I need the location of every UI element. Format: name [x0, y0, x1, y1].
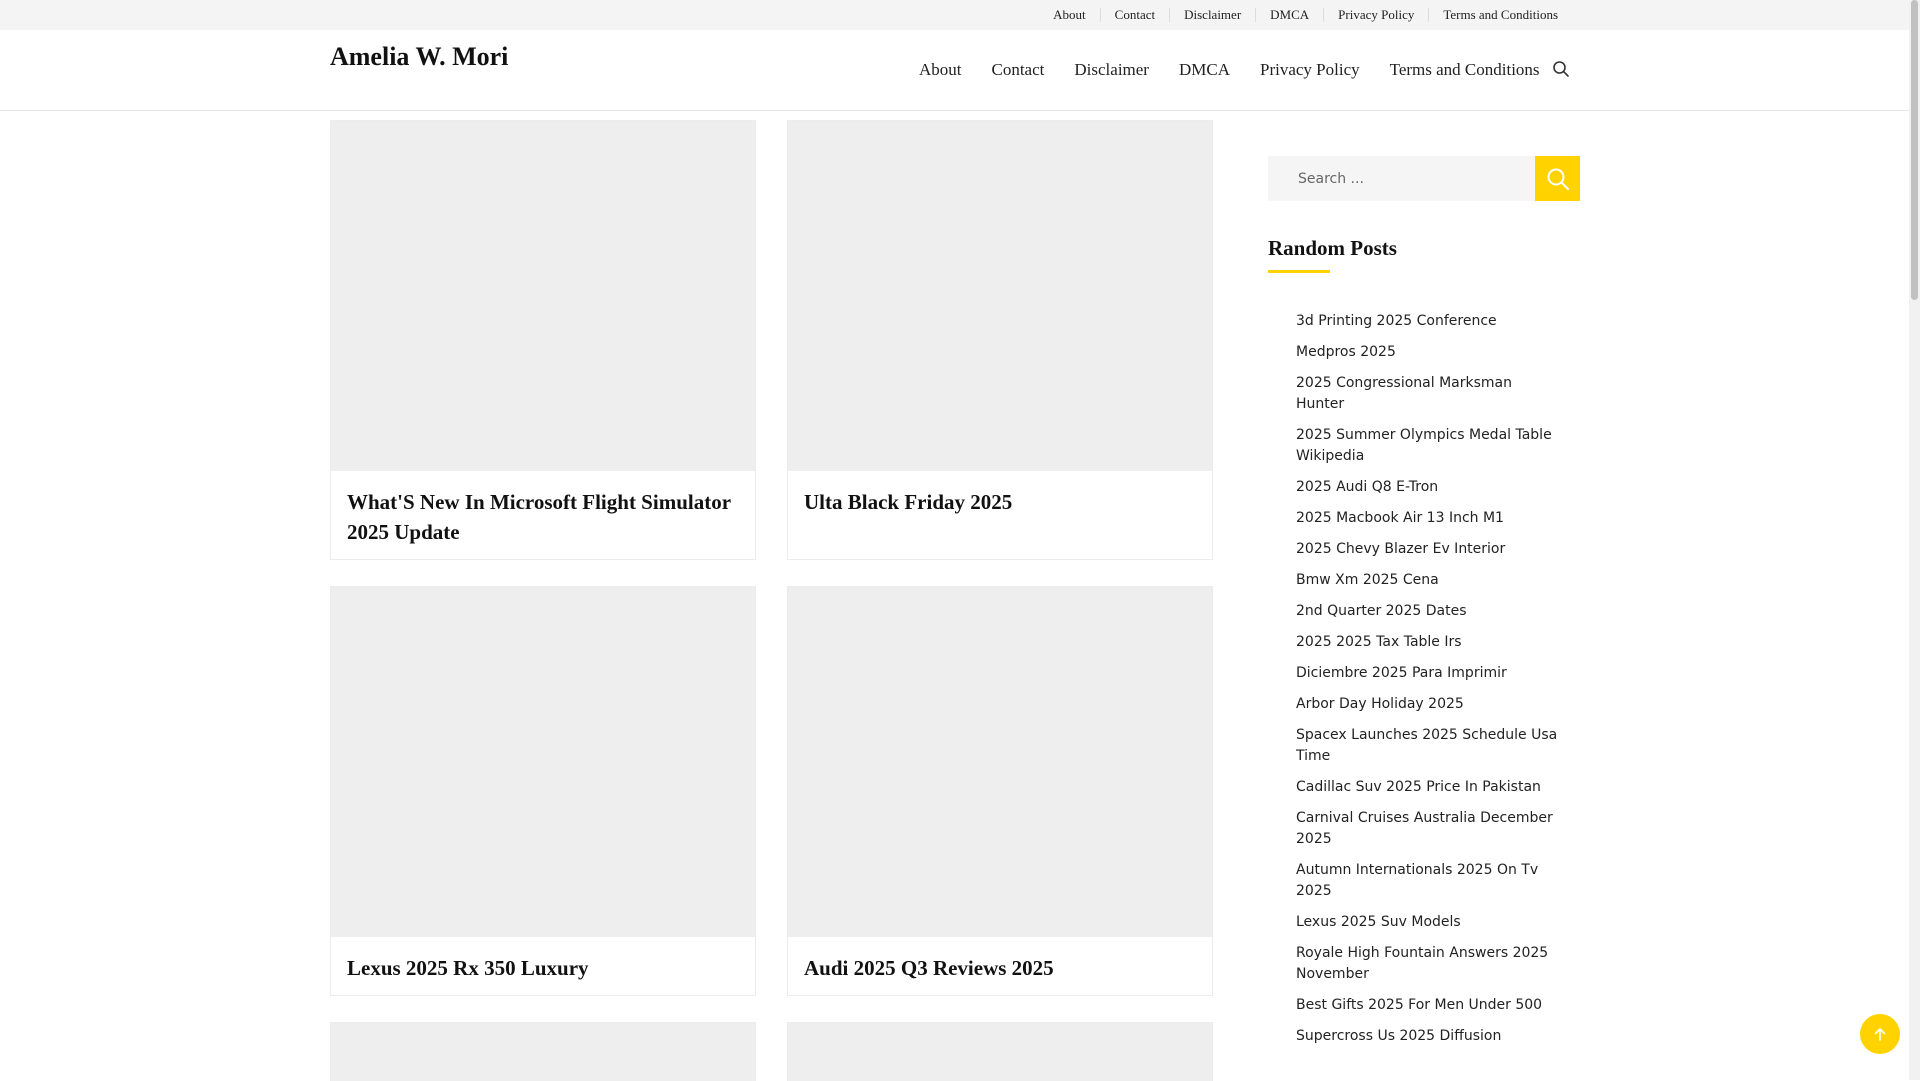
- top-bar: About Contact Disclaimer DMCA Privacy Po…: [0, 0, 1909, 30]
- random-post-link[interactable]: Lexus 2025 Suv Models: [1296, 912, 1564, 933]
- random-post-link[interactable]: Spacex Launches 2025 Schedule Usa Time: [1296, 725, 1564, 767]
- post-card[interactable]: Audi 2025 Q3 Reviews 2025: [787, 586, 1213, 996]
- nav-item-dmca[interactable]: DMCA: [1179, 60, 1230, 80]
- post-card[interactable]: [330, 1022, 756, 1081]
- post-card[interactable]: Lexus 2025 Rx 350 Luxury: [330, 586, 756, 996]
- random-post-link[interactable]: 2025 2025 Tax Table Irs: [1296, 632, 1564, 653]
- post-thumbnail[interactable]: [788, 587, 1212, 937]
- post-card[interactable]: Ulta Black Friday 2025: [787, 120, 1213, 560]
- random-posts-title: Random Posts: [1268, 236, 1397, 260]
- nav-item-contact[interactable]: Contact: [992, 60, 1045, 80]
- nav-item-privacy[interactable]: Privacy Policy: [1260, 60, 1360, 80]
- random-post-link[interactable]: 2nd Quarter 2025 Dates: [1296, 601, 1564, 622]
- post-thumbnail[interactable]: [331, 121, 755, 471]
- site-title[interactable]: Amelia W. Mori: [330, 42, 508, 72]
- random-post-link[interactable]: 2025 Audi Q8 E-Tron: [1296, 477, 1564, 498]
- random-post-link[interactable]: Carnival Cruises Australia December 2025: [1296, 808, 1564, 850]
- topbar-link-disclaimer[interactable]: Disclaimer: [1169, 8, 1255, 22]
- search-icon[interactable]: [1552, 60, 1570, 78]
- post-title[interactable]: Lexus 2025 Rx 350 Luxury: [331, 937, 755, 995]
- scrollbar-thumb[interactable]: [1911, 0, 1918, 300]
- main-nav: About Contact Disclaimer DMCA Privacy Po…: [904, 60, 1555, 80]
- search-input[interactable]: [1268, 156, 1535, 201]
- title-underline: [1268, 270, 1330, 273]
- random-post-link[interactable]: 2025 Summer Olympics Medal Table Wikiped…: [1296, 425, 1564, 467]
- search-icon: [1547, 168, 1569, 190]
- random-post-link[interactable]: Best Gifts 2025 For Men Under 500: [1296, 995, 1564, 1016]
- post-card[interactable]: What'S New In Microsoft Flight Simulator…: [330, 120, 756, 560]
- post-title[interactable]: Ulta Black Friday 2025: [788, 471, 1212, 529]
- topbar-link-terms[interactable]: Terms and Conditions: [1428, 8, 1572, 22]
- random-post-link[interactable]: Medpros 2025: [1296, 342, 1564, 363]
- page-scrollbar[interactable]: [1909, 0, 1920, 1080]
- post-thumbnail[interactable]: [788, 121, 1212, 471]
- post-title[interactable]: Audi 2025 Q3 Reviews 2025: [788, 937, 1212, 995]
- post-thumbnail[interactable]: [331, 587, 755, 937]
- random-post-link[interactable]: 3d Printing 2025 Conference: [1296, 311, 1564, 332]
- random-post-link[interactable]: Bmw Xm 2025 Cena: [1296, 570, 1564, 591]
- random-post-link[interactable]: Diciembre 2025 Para Imprimir: [1296, 663, 1564, 684]
- topbar-link-dmca[interactable]: DMCA: [1255, 8, 1323, 22]
- post-card[interactable]: [787, 1022, 1213, 1081]
- random-post-link[interactable]: Cadillac Suv 2025 Price In Pakistan: [1296, 777, 1564, 798]
- post-thumbnail[interactable]: [331, 1023, 755, 1081]
- nav-item-disclaimer[interactable]: Disclaimer: [1074, 60, 1149, 80]
- post-thumbnail[interactable]: [788, 1023, 1212, 1081]
- random-post-link[interactable]: Royale High Fountain Answers 2025 Novemb…: [1296, 943, 1564, 985]
- topbar-link-contact[interactable]: Contact: [1099, 8, 1169, 22]
- random-post-link[interactable]: Arbor Day Holiday 2025: [1296, 694, 1564, 715]
- random-post-link[interactable]: 2025 Macbook Air 13 Inch M1: [1296, 508, 1564, 529]
- random-post-link[interactable]: 2025 Chevy Blazer Ev Interior: [1296, 539, 1564, 560]
- post-title[interactable]: What'S New In Microsoft Flight Simulator…: [331, 471, 755, 559]
- random-post-link[interactable]: Supercross Us 2025 Diffusion: [1296, 1026, 1564, 1047]
- topbar-link-about[interactable]: About: [1039, 8, 1100, 22]
- random-posts-list: 3d Printing 2025 Conference Medpros 2025…: [1296, 311, 1564, 1057]
- site-header: Amelia W. Mori About Contact Disclaimer …: [0, 30, 1909, 111]
- arrow-up-icon: [1874, 1028, 1886, 1041]
- top-bar-nav: About Contact Disclaimer DMCA Privacy Po…: [1039, 0, 1572, 30]
- random-post-link[interactable]: Autumn Internationals 2025 On Tv 2025: [1296, 860, 1564, 902]
- topbar-link-privacy[interactable]: Privacy Policy: [1323, 8, 1428, 22]
- sidebar-search-form: [1268, 156, 1580, 201]
- search-submit-button[interactable]: [1535, 156, 1580, 201]
- nav-item-about[interactable]: About: [919, 60, 962, 80]
- back-to-top-button[interactable]: [1860, 1014, 1900, 1054]
- random-post-link[interactable]: 2025 Congressional Marksman Hunter: [1296, 373, 1564, 415]
- nav-item-terms[interactable]: Terms and Conditions: [1390, 60, 1540, 80]
